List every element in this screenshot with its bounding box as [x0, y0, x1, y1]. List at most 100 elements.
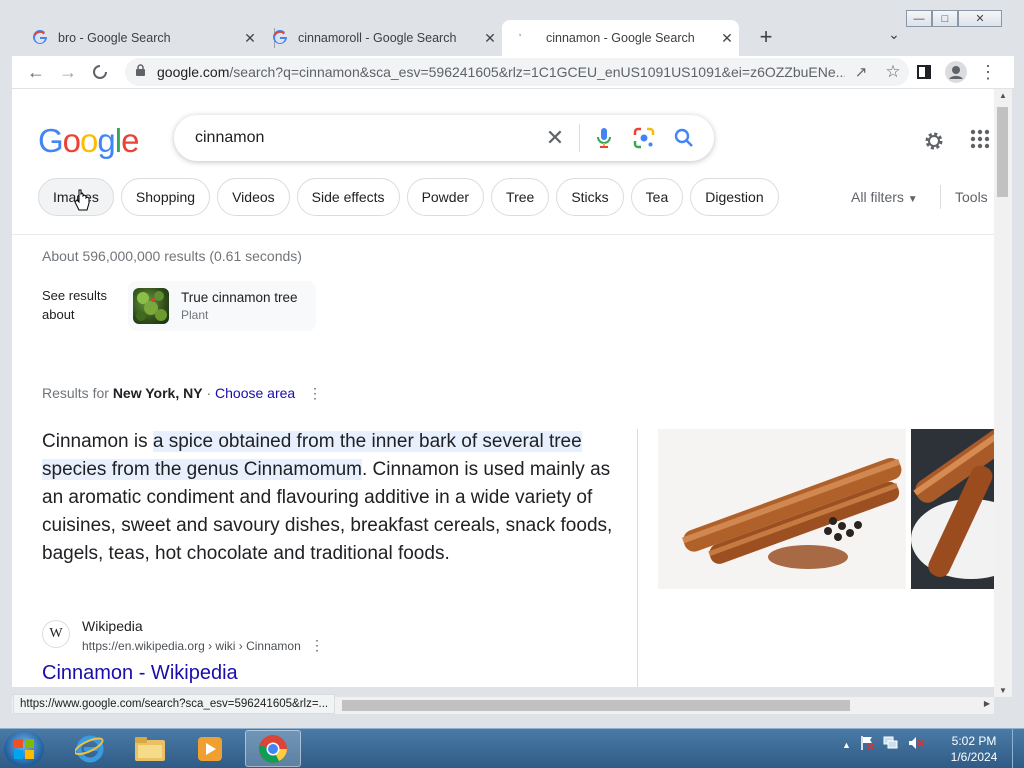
chip-label: Side effects: [311, 189, 385, 205]
show-hidden-icons[interactable]: ▲: [842, 740, 851, 750]
cinnamon-image[interactable]: [911, 429, 994, 589]
close-icon[interactable]: ✕: [478, 30, 502, 47]
media-player-icon[interactable]: [182, 730, 238, 767]
windows-taskbar: ▲ 5:02 PM 1/6/2024: [0, 728, 1024, 768]
chip-label: Digestion: [705, 189, 764, 205]
scroll-right-icon[interactable]: ▶: [984, 699, 990, 708]
filter-chips: Images Shopping Videos Side effects Powd…: [38, 178, 779, 216]
scroll-down-icon[interactable]: ▼: [994, 686, 1012, 695]
entity-title: True cinnamon tree: [181, 290, 298, 305]
all-filters-label: All filters: [851, 189, 904, 205]
tree-thumbnail: [133, 288, 169, 324]
folder-icon[interactable]: [122, 730, 178, 767]
tab-bro[interactable]: bro - Google Search ✕: [22, 20, 262, 56]
mic-icon[interactable]: [584, 118, 624, 158]
flag-icon[interactable]: [859, 735, 875, 754]
url-text: google.com/search?q=cinnamon&sca_esv=596…: [157, 64, 845, 80]
tools-button[interactable]: Tools: [955, 189, 988, 205]
chip-tree[interactable]: Tree: [491, 178, 550, 216]
search-box[interactable]: cinnamon ✕: [174, 115, 714, 161]
network-icon[interactable]: [883, 735, 899, 754]
chip-label: Videos: [232, 189, 275, 205]
ie-icon[interactable]: [62, 730, 118, 767]
cinnamon-image[interactable]: [658, 429, 906, 589]
google-g-icon: [32, 30, 48, 46]
vertical-scrollbar[interactable]: ▲ ▼: [994, 89, 1012, 697]
clock-time: 5:02 PM: [951, 734, 997, 748]
location-separator: ·: [202, 385, 216, 401]
chip-digestion[interactable]: Digestion: [690, 178, 779, 216]
lock-icon: [135, 64, 149, 80]
tools-divider: [940, 185, 941, 209]
chevron-down-icon: ▼: [907, 194, 918, 205]
google-g-icon: [272, 30, 288, 46]
stop-icon[interactable]: [84, 58, 116, 86]
url-domain: google.com: [157, 64, 230, 80]
location-line: Results for New York, NY · Choose area: [42, 385, 295, 401]
start-button[interactable]: [4, 731, 44, 767]
chip-label: Sticks: [571, 189, 609, 205]
tab-strip: bro - Google Search ✕ cinnamoroll - Goog…: [12, 16, 1014, 56]
profile-icon[interactable]: [940, 58, 972, 86]
share-icon[interactable]: ↗: [845, 58, 877, 86]
search-input[interactable]: cinnamon: [174, 129, 535, 147]
vertical-scroll-thumb[interactable]: [997, 107, 1008, 197]
chip-label: Shopping: [135, 189, 196, 205]
chip-side-effects[interactable]: Side effects: [296, 178, 400, 216]
source-url: https://en.wikipedia.org › wiki › Cinnam…: [82, 639, 301, 653]
chip-sticks[interactable]: Sticks: [556, 178, 624, 216]
url-path: /search?q=cinnamon&sca_esv=596241605&rlz…: [229, 64, 845, 80]
choose-area-link[interactable]: Choose area: [215, 385, 295, 401]
tab-title: cinnamoroll - Google Search: [298, 31, 457, 45]
search-icon[interactable]: [664, 118, 704, 158]
close-icon[interactable]: ✕: [715, 30, 739, 47]
entity-subtitle: Plant: [181, 308, 209, 322]
chip-label: Powder: [421, 189, 470, 205]
chevron-down-icon[interactable]: ⌄: [882, 26, 906, 50]
tab-title: bro - Google Search: [58, 31, 171, 45]
google-logo[interactable]: Google: [38, 122, 139, 160]
forward-icon[interactable]: →: [52, 58, 84, 86]
browser-toolbar: ← → google.com/search?q=cinnamon&sca_esv…: [12, 56, 1014, 88]
close-icon[interactable]: ✕: [238, 30, 262, 47]
result-title-link[interactable]: Cinnamon - Wikipedia: [42, 662, 238, 685]
search-divider: [579, 124, 580, 152]
menu-icon[interactable]: ⋮: [972, 58, 1004, 86]
apps-icon[interactable]: [970, 129, 990, 154]
back-icon[interactable]: ←: [20, 58, 52, 86]
chip-tea[interactable]: Tea: [630, 178, 684, 216]
chrome-icon[interactable]: [245, 730, 301, 767]
entity-card[interactable]: True cinnamon tree Plant: [128, 281, 316, 331]
clear-icon[interactable]: ✕: [535, 118, 575, 158]
cursor-icon: [74, 189, 90, 216]
gear-icon[interactable]: [922, 129, 946, 158]
all-filters-button[interactable]: All filters ▼: [851, 189, 918, 205]
browser-window: — □ ✕ bro - Google Search ✕ cinnamoroll …: [0, 0, 1024, 728]
scroll-up-icon[interactable]: ▲: [994, 89, 1012, 103]
more-options-icon[interactable]: ⋮: [310, 637, 324, 654]
chip-powder[interactable]: Powder: [406, 178, 485, 216]
chip-label: Tree: [506, 189, 535, 205]
clock[interactable]: 5:02 PM 1/6/2024: [944, 733, 1004, 765]
source-name: Wikipedia: [82, 618, 143, 634]
address-bar[interactable]: google.com/search?q=cinnamon&sca_esv=596…: [125, 58, 909, 86]
volume-icon[interactable]: [907, 735, 925, 754]
system-tray: ▲: [842, 735, 925, 754]
chip-videos[interactable]: Videos: [217, 178, 290, 216]
show-desktop-button[interactable]: [1012, 729, 1024, 768]
more-options-icon[interactable]: ⋮: [308, 385, 322, 402]
featured-snippet: Cinnamon is a spice obtained from the in…: [42, 428, 622, 568]
results-for-prefix: Results for: [42, 385, 113, 401]
plus-icon[interactable]: +: [752, 24, 780, 52]
clock-date: 1/6/2024: [950, 750, 998, 764]
horizontal-scroll-thumb[interactable]: [342, 700, 850, 711]
tab-cinnamon[interactable]: ’ cinnamon - Google Search ✕: [502, 20, 739, 56]
sidepanel-icon[interactable]: [908, 58, 940, 86]
column-divider: [637, 429, 638, 687]
page-content: Google cinnamon ✕ Images Shopping Videos: [12, 89, 994, 687]
star-icon[interactable]: ☆: [877, 58, 909, 86]
tab-title: cinnamon - Google Search: [546, 31, 695, 45]
lens-icon[interactable]: [624, 118, 664, 158]
tab-cinnamoroll[interactable]: cinnamoroll - Google Search ✕: [262, 20, 502, 56]
chip-shopping[interactable]: Shopping: [120, 178, 211, 216]
